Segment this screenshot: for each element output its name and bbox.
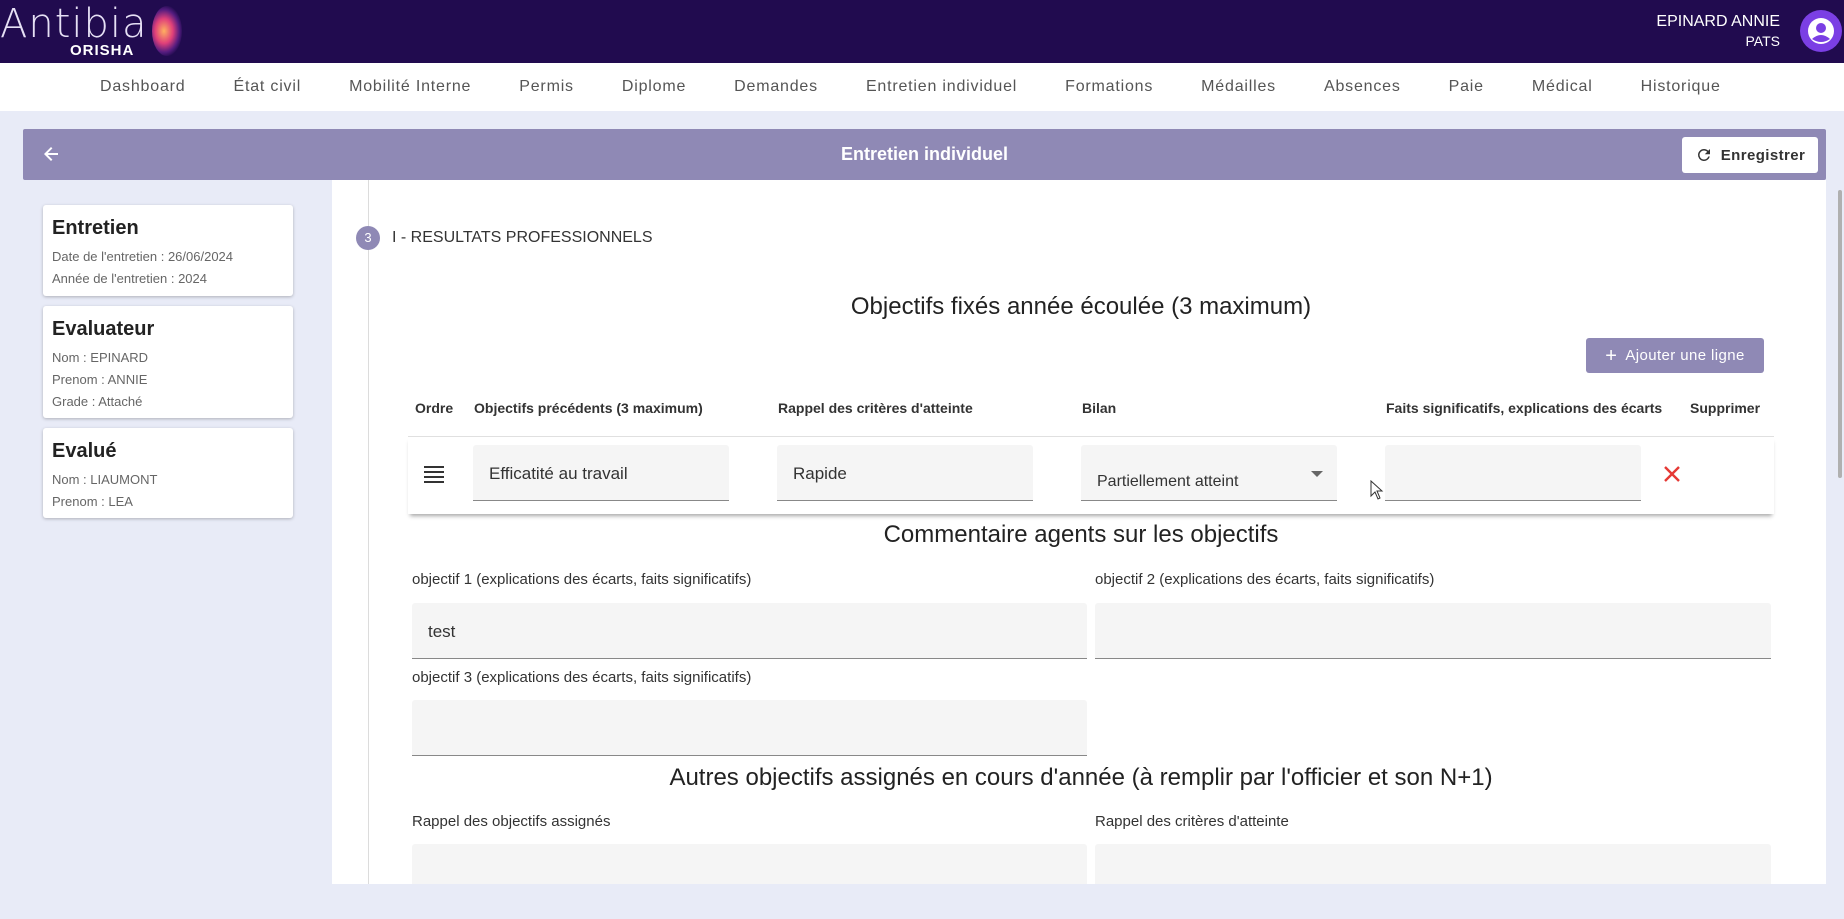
card-title: Entretien — [52, 217, 139, 239]
objectif-input[interactable]: Efficatité au travail — [473, 445, 729, 501]
rappel-criteres-label: Rappel des critères d'atteinte — [1095, 813, 1289, 830]
nav-mobilite-interne[interactable]: Mobilité Interne — [325, 78, 495, 96]
add-line-label: Ajouter une ligne — [1625, 347, 1745, 364]
obj1-input[interactable]: test — [412, 603, 1087, 659]
page-title: Entretien individuel — [840, 144, 1009, 164]
card-evaluateur: Evaluateur Nom : EPINARD Prenom : ANNIE … — [43, 306, 293, 418]
stepper-line — [368, 180, 369, 884]
user-name: EPINARD ANNIE — [1656, 13, 1780, 30]
card-date: Date de l'entretien : 26/06/2024 — [52, 249, 234, 264]
user-info: EPINARD ANNIE PATS — [1656, 12, 1780, 50]
chevron-down-icon — [1311, 471, 1323, 477]
nav-entretien-individuel[interactable]: Entretien individuel — [842, 78, 1041, 96]
critere-input[interactable]: Rapide — [777, 445, 1033, 501]
col-supprimer: Supprimer — [1690, 400, 1761, 416]
bilan-select[interactable]: Partiellement atteint — [1081, 445, 1337, 501]
objectif-value: Efficatité au travail — [489, 464, 628, 483]
rappel-criteres-input[interactable] — [1095, 844, 1771, 884]
col-bilan: Bilan — [1082, 400, 1117, 416]
col-ordre: Ordre — [415, 400, 454, 416]
save-button[interactable]: Enregistrer — [1682, 137, 1818, 173]
autres-title: Autres objectifs assignés en cours d'ann… — [669, 764, 1493, 791]
nav-demandes[interactable]: Demandes — [710, 78, 842, 96]
main-nav: Dashboard État civil Mobilité Interne Pe… — [0, 63, 1844, 111]
nav-permis[interactable]: Permis — [495, 78, 598, 96]
bilan-value: Partiellement atteint — [1097, 473, 1239, 490]
card-prenom: Prenom : ANNIE — [52, 372, 148, 387]
card-prenom: Prenom : LEA — [52, 494, 133, 509]
card-grade: Grade : Attaché — [52, 394, 143, 409]
mouse-cursor-icon — [1370, 479, 1384, 505]
card-entretien: Entretien Date de l'entretien : 26/06/20… — [43, 205, 293, 296]
obj3-input[interactable] — [412, 700, 1087, 756]
logo-flare — [152, 6, 182, 56]
user-role: PATS — [1745, 33, 1781, 49]
nav-etat-civil[interactable]: État civil — [209, 78, 325, 96]
nav-paie[interactable]: Paie — [1425, 78, 1508, 96]
nav-medailles[interactable]: Médailles — [1177, 78, 1300, 96]
nav-absences[interactable]: Absences — [1300, 78, 1425, 96]
app-logo[interactable]: Antibia ORISHA — [0, 1, 182, 59]
card-nom: Nom : EPINARD — [52, 350, 149, 365]
refresh-icon — [1697, 149, 1710, 161]
critere-value: Rapide — [793, 464, 847, 483]
obj2-label: objectif 2 (explications des écarts, fai… — [1095, 571, 1435, 588]
faits-input[interactable] — [1385, 445, 1641, 501]
nav-formations[interactable]: Formations — [1041, 78, 1177, 96]
table-row: Efficatité au travail Rapide Partielleme… — [408, 436, 1774, 514]
card-nom: Nom : LIAUMONT — [52, 472, 158, 487]
col-faits: Faits significatifs, explications des éc… — [1386, 400, 1663, 416]
top-bar: Antibia ORISHA EPINARD ANNIE PATS — [0, 0, 1844, 63]
rappel-objectifs-label: Rappel des objectifs assignés — [412, 813, 611, 830]
col-objectifs: Objectifs précédents (3 maximum) — [474, 400, 703, 416]
card-evalue: Evalué Nom : LIAUMONT Prenom : LEA — [43, 428, 293, 518]
save-label: Enregistrer — [1720, 146, 1806, 164]
delete-icon[interactable] — [1663, 465, 1681, 488]
rappel-objectifs-input[interactable] — [412, 844, 1087, 884]
logo-subtext: ORISHA — [70, 42, 135, 59]
add-line-button[interactable]: + Ajouter une ligne — [1586, 338, 1764, 373]
logo-text: Antibia — [0, 1, 148, 47]
obj1-label: objectif 1 (explications des écarts, fai… — [412, 571, 752, 588]
nav-diplome[interactable]: Diplome — [598, 78, 710, 96]
col-criteres: Rappel des critères d'atteinte — [778, 400, 973, 416]
plus-icon: + — [1605, 344, 1618, 367]
nav-medical[interactable]: Médical — [1508, 78, 1617, 96]
obj3-label: objectif 3 (explications des écarts, fai… — [412, 669, 752, 686]
obj1-value: test — [428, 622, 456, 641]
step-number[interactable]: 3 — [356, 226, 380, 250]
obj2-input[interactable] — [1095, 603, 1771, 659]
card-title: Evalué — [52, 440, 117, 462]
nav-historique[interactable]: Historique — [1617, 78, 1745, 96]
step-label[interactable]: I - RESULTATS PROFESSIONNELS — [392, 229, 653, 247]
main-panel: 3 I - RESULTATS PROFESSIONNELS Objectifs… — [332, 180, 1826, 884]
account-circle-icon[interactable] — [1800, 10, 1842, 52]
page-scrollbar[interactable] — [1838, 190, 1842, 478]
page-header: Entretien individuel Enregistrer — [23, 129, 1826, 180]
card-annee: Année de l'entretien : 2024 — [52, 271, 207, 286]
commentaires-title: Commentaire agents sur les objectifs — [883, 521, 1279, 548]
nav-dashboard[interactable]: Dashboard — [76, 78, 209, 96]
card-title: Evaluateur — [52, 318, 155, 340]
drag-handle-icon[interactable] — [423, 464, 445, 489]
objectifs-title: Objectifs fixés année écoulée (3 maximum… — [850, 293, 1312, 320]
